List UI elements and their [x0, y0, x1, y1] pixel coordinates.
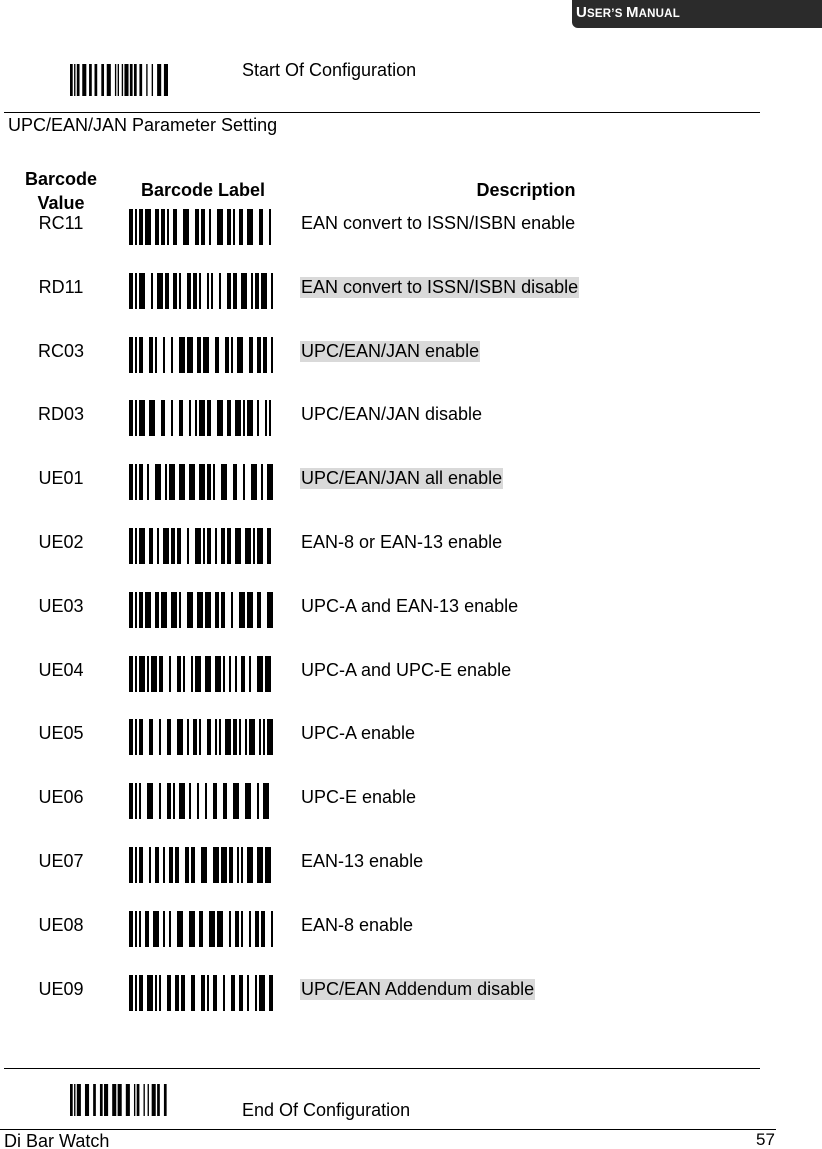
start-of-configuration: Start Of Configuration: [70, 60, 416, 96]
barcode-value: UE07: [38, 851, 84, 871]
barcode-icon: [129, 847, 271, 883]
barcode-value: UE05: [38, 723, 84, 744]
barcode-description: EAN convert to ISSN/ISBN enable: [301, 213, 576, 233]
barcode-value: UE03: [38, 595, 84, 616]
barcode-description: EAN-13 enable: [301, 851, 424, 871]
barcode-icon: [129, 655, 271, 692]
barcode-value: RC03: [37, 340, 85, 361]
end-of-configuration-label: End Of Configuration: [242, 1100, 411, 1120]
table-row: RD11 EAN convert to ISSN/ISBN disable: [0, 272, 760, 313]
column-header-description: Description: [476, 180, 576, 200]
barcode-icon: [129, 719, 273, 756]
users-manual-badge: USER’S MANUAL: [572, 0, 822, 28]
barcode-icon: [70, 1084, 167, 1116]
table-row: UE04 UPC-A and UPC-E enable: [0, 655, 760, 696]
divider: [4, 1068, 760, 1069]
barcode-value: UE09: [38, 978, 84, 999]
barcode-icon: [129, 400, 271, 437]
table-row: UE09 UPC/EAN Addendum disable: [0, 974, 760, 1015]
barcode-description: UPC/EAN/JAN all enable: [300, 468, 504, 490]
table-row: UE07 EAN-13 enable: [0, 847, 760, 887]
table-row: RC11 EAN convert to ISSN/ISBN enable: [0, 209, 760, 249]
barcode-value: UE02: [38, 532, 84, 552]
barcode-icon: [129, 464, 273, 501]
barcode-description: UPC-A and EAN-13 enable: [301, 595, 519, 616]
table-row: RC03 UPC/EAN/JAN enable: [0, 336, 760, 377]
barcode-value: UE08: [38, 914, 84, 935]
barcode-icon: [70, 64, 168, 96]
barcode-value: RC11: [38, 213, 84, 233]
footer-product-name: Di Bar Watch: [4, 1131, 110, 1149]
barcode-value: RD11: [38, 276, 84, 297]
barcode-description: EAN-8 or EAN-13 enable: [301, 532, 503, 552]
table-row: RD03 UPC/EAN/JAN disable: [0, 400, 760, 440]
barcode-value: UE04: [38, 659, 84, 680]
table-row: UE03 UPC-A and EAN-13 enable: [0, 591, 760, 632]
barcode-value: UE01: [38, 468, 84, 489]
barcode-icon: [129, 528, 271, 564]
barcode-description: EAN-8 enable: [301, 914, 414, 935]
divider: [4, 112, 760, 113]
barcode-icon: [129, 272, 273, 309]
barcode-description: UPC/EAN Addendum disable: [300, 978, 536, 1000]
column-header-value: Barcode Value: [24, 169, 98, 213]
barcode-description: UPC/EAN/JAN disable: [301, 404, 483, 425]
section-title: UPC/EAN/JAN Parameter Setting: [8, 115, 278, 135]
column-header-label: Barcode Label: [140, 180, 266, 200]
barcode-description: UPC-A enable: [301, 723, 416, 744]
table-row: UE06 UPC-E enable: [0, 783, 760, 823]
barcode-icon: [129, 974, 273, 1011]
barcode-description: UPC-A and UPC-E enable: [301, 659, 512, 680]
table-row: UE05 UPC-A enable: [0, 719, 760, 759]
table-row: UE02 EAN-8 or EAN-13 enable: [0, 528, 760, 568]
barcode-icon: [129, 783, 269, 820]
barcode-icon: [129, 591, 273, 628]
table-row: UE01 UPC/EAN/JAN all enable: [0, 464, 760, 504]
barcode-icon: [129, 910, 273, 947]
barcode-description: UPC-E enable: [301, 787, 417, 808]
footer-divider: [0, 1129, 776, 1130]
barcode-icon: [129, 209, 271, 245]
end-of-configuration: End Of Configuration: [70, 1084, 410, 1120]
barcode-description: EAN convert to ISSN/ISBN disable: [300, 276, 580, 298]
page-number: 57: [756, 1130, 775, 1149]
start-of-configuration-label: Start Of Configuration: [242, 60, 417, 80]
barcode-value: UE06: [38, 787, 84, 808]
barcode-icon: [129, 336, 273, 373]
table-row: UE08 EAN-8 enable: [0, 910, 760, 951]
barcode-description: UPC/EAN/JAN enable: [300, 340, 481, 362]
barcode-value: RD03: [37, 404, 85, 425]
